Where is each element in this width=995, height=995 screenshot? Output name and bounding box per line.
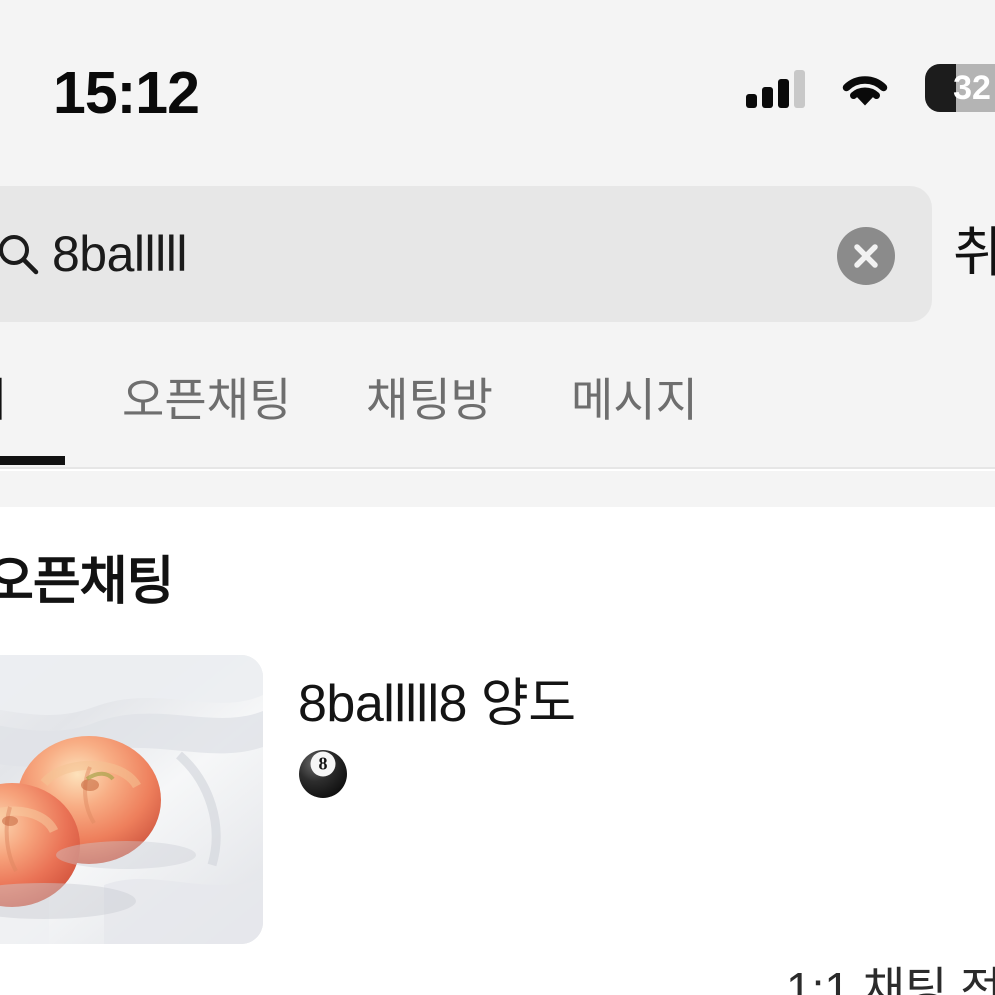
status-bar-indicators: 32 [746, 64, 995, 112]
tab-chatroom[interactable]: 채팅방 [366, 367, 493, 433]
openchat-thumbnail [0, 655, 263, 944]
search-input[interactable]: 8balllll [0, 186, 932, 322]
battery-icon: 32 [925, 64, 995, 112]
phone-screen: 15:12 32 8balllll 취 오픈채팅 채팅방 메시지 오픈채팅 8b… [0, 0, 995, 995]
openchat-title: 8balllll8 양도 [298, 675, 576, 733]
section-header-openchat: 오픈채팅 [0, 553, 174, 611]
tab-section-divider [0, 471, 995, 507]
battery-fill [925, 64, 957, 112]
cellular-signal-icon [746, 68, 805, 108]
search-icon [0, 233, 39, 275]
openchat-result-item[interactable]: 8balllll8 양도 8 [0, 655, 995, 945]
eight-ball-disc: 8 [310, 751, 336, 777]
search-bar-row: 8balllll [0, 170, 995, 337]
view-all-direct-chats-link[interactable]: 1:1 채팅 전체 > [786, 958, 995, 995]
active-tab-indicator [0, 456, 65, 465]
clear-search-button[interactable] [837, 227, 895, 285]
search-result-tabs: 체 오픈채팅 채팅방 메시지 [0, 337, 995, 469]
wifi-icon [837, 67, 893, 109]
openchat-subtitle: 8 [299, 750, 357, 798]
tab-openchat[interactable]: 오픈채팅 [122, 367, 291, 433]
status-bar-clock: 15:12 [53, 60, 200, 126]
battery-percent-label: 32 [953, 69, 991, 107]
eight-ball-icon: 8 [299, 750, 347, 798]
tab-all[interactable]: 체 [0, 367, 6, 433]
tab-message[interactable]: 메시지 [571, 367, 698, 433]
search-input-value: 8balllll [52, 226, 187, 282]
cancel-search-button[interactable]: 취소 [953, 218, 995, 288]
status-bar: 15:12 32 [0, 0, 995, 170]
